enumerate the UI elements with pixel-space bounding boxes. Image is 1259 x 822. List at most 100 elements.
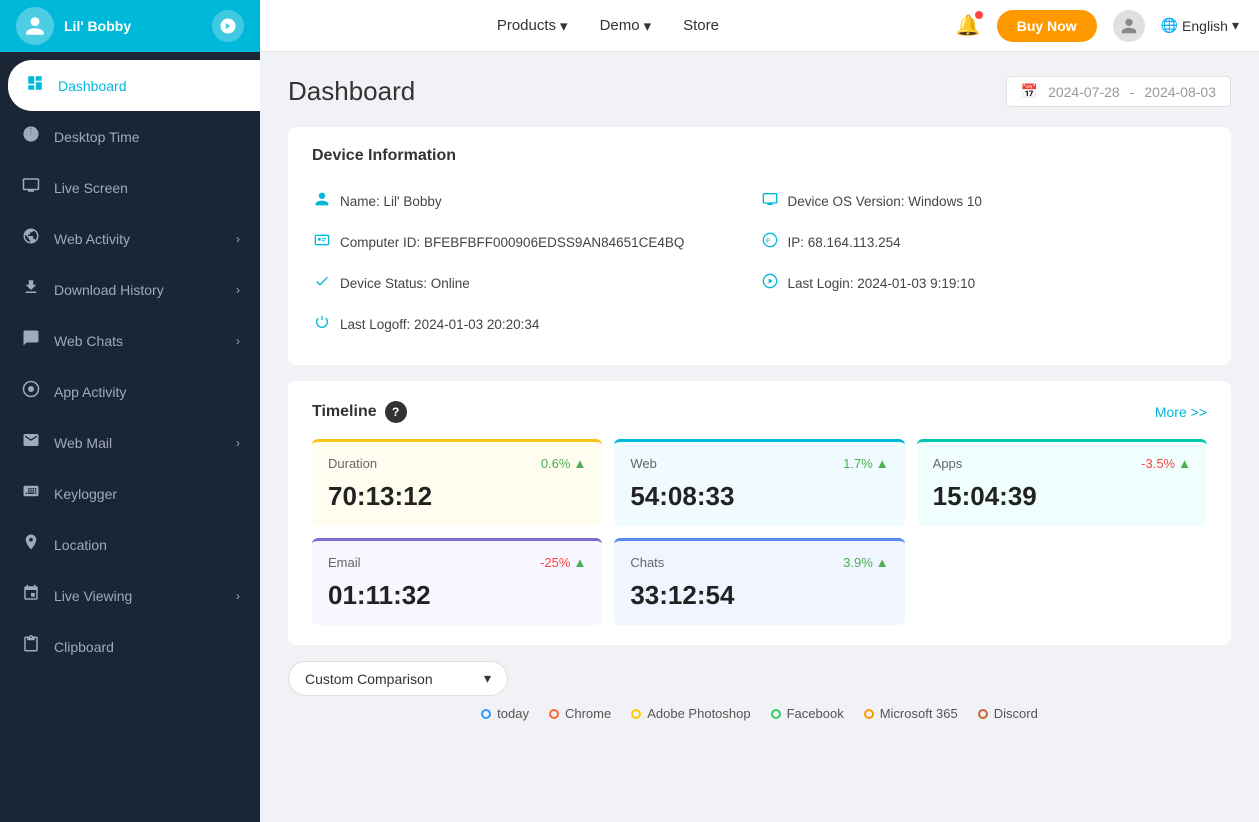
dashboard-header: Dashboard 📅 2024-07-28 - 2024-08-03 [288,76,1231,107]
legend-dot [549,709,559,719]
legend-dot [481,709,491,719]
stat-email: Email -25% ▲ 01:11:32 [312,538,602,625]
page-title: Dashboard [288,76,415,107]
sidebar-item-location[interactable]: Location [0,519,260,570]
stat-apps-value: 15:04:39 [933,481,1191,512]
legend-label: Microsoft 365 [880,706,958,721]
sidebar-item-dashboard[interactable]: Dashboard [8,60,260,111]
timeline-stats-row1: Duration 0.6% ▲ 70:13:12 Web 1.7% ▲ [312,439,1207,526]
more-link[interactable]: More >> [1155,404,1207,420]
monitor-icon [760,191,780,212]
sidebar-item-download-history[interactable]: Download History › [0,264,260,315]
stat-web-header: Web 1.7% ▲ [630,456,888,471]
notification-dot [975,11,983,19]
legend-label: Discord [994,706,1038,721]
sidebar-item-keylogger[interactable]: Keylogger [0,468,260,519]
status-icon [312,273,332,294]
chevron-right-icon: › [236,232,240,246]
last-logoff-row: Last Logoff: 2024-01-03 20:20:34 [312,304,760,345]
language-selector[interactable]: 🌐 English ▾ [1161,17,1239,34]
stat-chats: Chats 3.9% ▲ 33:12:54 [614,538,904,625]
switch-button[interactable] [212,10,244,42]
mail-icon [20,431,42,454]
id-icon [312,232,332,253]
svg-text:IP: IP [765,239,770,245]
comparison-dropdown[interactable]: Custom Comparison ▾ [288,661,508,696]
legend-dot [631,709,641,719]
nav-center: Products ▾ Demo ▾ Store [260,17,956,35]
stat-apps-change: -3.5% ▲ [1141,456,1191,471]
sidebar-label-keylogger: Keylogger [54,486,240,502]
sidebar-item-web-chats[interactable]: Web Chats › [0,315,260,366]
computer-id-value: Computer ID: BFEBFBFF000906EDSS9AN84651C… [340,235,684,250]
device-os-value: Device OS Version: Windows 10 [788,194,982,209]
user-avatar[interactable] [16,7,54,45]
legend-dot [771,709,781,719]
stat-apps-label: Apps [933,456,963,471]
device-status-value: Device Status: Online [340,276,470,291]
legend-item: Adobe Photoshop [631,706,750,721]
chevron-down-icon: ▾ [644,17,652,35]
timeline-header: Timeline ? More >> [312,401,1207,423]
legend-item: today [481,706,529,721]
stat-duration-header: Duration 0.6% ▲ [328,456,586,471]
sidebar-label-web-activity: Web Activity [54,231,224,247]
comparison-section: Custom Comparison ▾ today Chrome Adobe P… [288,661,1231,721]
sidebar-label-live-screen: Live Screen [54,180,240,196]
calendar-icon: 📅 [1021,83,1038,100]
timeline-card: Timeline ? More >> Duration 0.6% ▲ 70:13… [288,381,1231,645]
timeline-title-wrap: Timeline ? [312,401,407,423]
legend-item: Discord [978,706,1038,721]
nav-products[interactable]: Products ▾ [497,17,568,35]
device-name-row: Name: Lil' Bobby [312,181,760,222]
sidebar-item-clipboard[interactable]: Clipboard [0,621,260,672]
stat-email-value: 01:11:32 [328,580,586,611]
download-icon [20,278,42,301]
ip-row: IP IP: 68.164.113.254 [760,222,1208,263]
stat-web: Web 1.7% ▲ 54:08:33 [614,439,904,526]
chevron-down-icon: ▾ [560,17,568,35]
nav-demo[interactable]: Demo ▾ [600,17,652,35]
stat-duration: Duration 0.6% ▲ 70:13:12 [312,439,602,526]
nav-store[interactable]: Store [683,17,719,34]
sidebar-label-dashboard: Dashboard [58,78,240,94]
main-content: Dashboard 📅 2024-07-28 - 2024-08-03 Devi… [260,52,1259,822]
chevron-right-icon: › [236,589,240,603]
location-icon [20,533,42,556]
arrow-up-icon: ▲ [573,456,586,471]
date-from: 2024-07-28 [1048,84,1120,100]
arrow-up-icon: ▲ [876,555,889,570]
sidebar-item-app-activity[interactable]: App Activity [0,366,260,417]
stat-apps-header: Apps -3.5% ▲ [933,456,1191,471]
sidebar: Dashboard Desktop Time Live Screen Web A… [0,52,260,822]
sidebar-item-live-viewing[interactable]: Live Viewing › [0,570,260,621]
device-status-row: Device Status: Online [312,263,760,304]
chevron-down-icon: ▾ [1232,17,1239,34]
main-layout: Dashboard Desktop Time Live Screen Web A… [0,52,1259,822]
stat-chats-change: 3.9% ▲ [843,555,889,570]
top-navigation: Lil' Bobby Products ▾ Demo ▾ Store 🔔 Buy… [0,0,1259,52]
sidebar-label-desktop-time: Desktop Time [54,129,240,145]
globe-icon [20,227,42,250]
legend-label: Chrome [565,706,611,721]
clock-icon [20,125,42,148]
calendar-icon [20,584,42,607]
account-icon[interactable] [1113,10,1145,42]
buy-now-button[interactable]: Buy Now [997,10,1097,42]
sidebar-item-desktop-time[interactable]: Desktop Time [0,111,260,162]
last-login-value: Last Login: 2024-01-03 9:19:10 [788,276,976,291]
date-range-picker[interactable]: 📅 2024-07-28 - 2024-08-03 [1006,76,1231,107]
last-login-row: Last Login: 2024-01-03 9:19:10 [760,263,1208,304]
notification-bell[interactable]: 🔔 [956,13,981,38]
sidebar-item-web-mail[interactable]: Web Mail › [0,417,260,468]
stat-chats-label: Chats [630,555,664,570]
arrow-up-icon: ▲ [573,555,586,570]
help-icon[interactable]: ? [385,401,407,423]
arrow-up-icon: ▲ [876,456,889,471]
sidebar-item-live-screen[interactable]: Live Screen [0,162,260,213]
clipboard-icon [20,635,42,658]
stat-chats-value: 33:12:54 [630,580,888,611]
sidebar-item-web-activity[interactable]: Web Activity › [0,213,260,264]
chevron-down-icon: ▾ [484,670,491,687]
stat-duration-value: 70:13:12 [328,481,586,512]
